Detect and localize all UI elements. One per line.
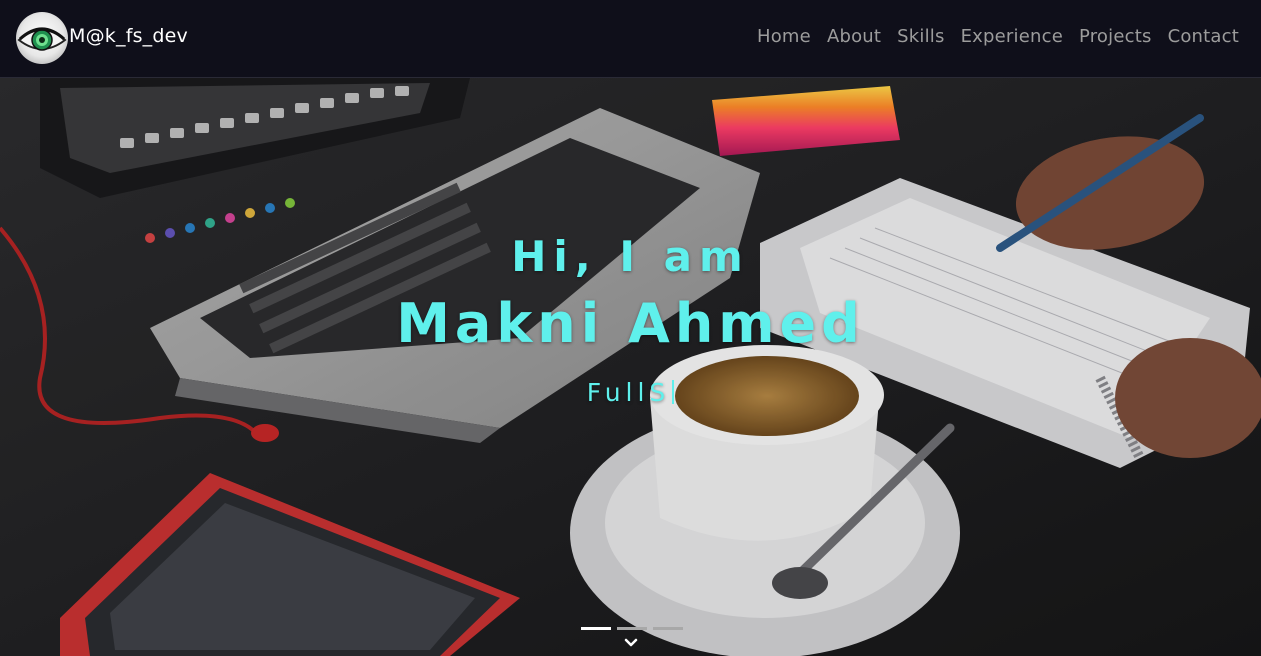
carousel-indicator-2[interactable] xyxy=(617,627,647,630)
typing-cursor xyxy=(672,380,675,404)
main-nav: Home About Skills Experience Projects Co… xyxy=(757,26,1239,47)
hero-role-typewriter: FullS xyxy=(0,378,1261,407)
nav-link-skills[interactable]: Skills xyxy=(897,26,944,47)
carousel-indicator-1[interactable] xyxy=(581,627,611,630)
nav-link-about[interactable]: About xyxy=(827,26,881,47)
nav-link-projects[interactable]: Projects xyxy=(1079,26,1152,47)
hero-role-text: FullS xyxy=(586,378,671,407)
brand[interactable]: M@k_fs_dev xyxy=(16,12,188,64)
eye-icon[interactable] xyxy=(16,12,68,64)
navbar: M@k_fs_dev Home About Skills Experience … xyxy=(0,0,1261,78)
nav-link-contact[interactable]: Contact xyxy=(1168,26,1239,47)
chevron-down-icon[interactable] xyxy=(624,637,638,649)
hero-greeting: Hi, I am xyxy=(511,232,750,281)
hero-name: Makni Ahmed xyxy=(396,292,865,355)
hero-section: Hi, I am Makni Ahmed FullS xyxy=(0,78,1261,656)
brand-name[interactable]: M@k_fs_dev xyxy=(69,25,188,47)
carousel-indicator-3[interactable] xyxy=(653,627,683,630)
carousel-indicators xyxy=(581,627,683,630)
nav-link-home[interactable]: Home xyxy=(757,26,811,47)
nav-link-experience[interactable]: Experience xyxy=(961,26,1063,47)
hero-overlay xyxy=(0,78,1261,656)
